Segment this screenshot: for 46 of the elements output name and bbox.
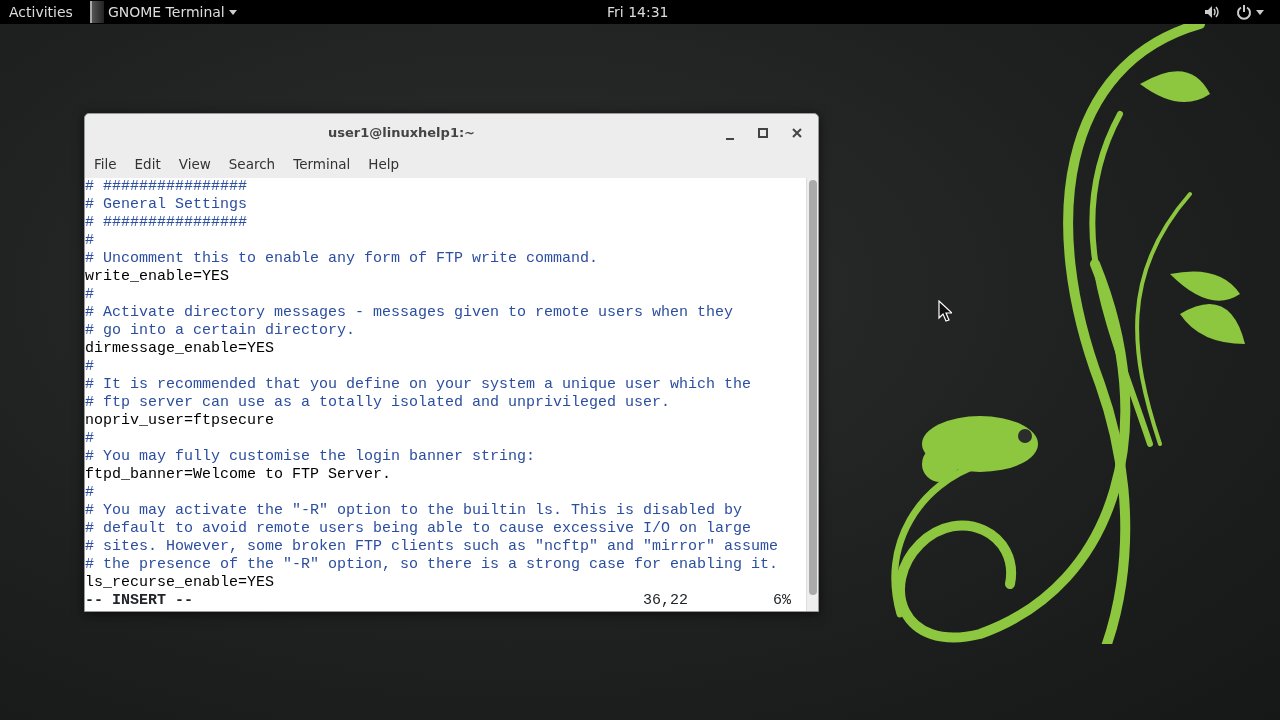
app-menu[interactable]: GNOME Terminal (107, 0, 225, 24)
menu-item[interactable]: Edit (125, 151, 170, 178)
caret-icon[interactable] (1256, 9, 1264, 15)
setting-line: write_enable=YES (85, 268, 230, 286)
comment-line: # ################ (85, 178, 248, 196)
menu-item[interactable]: Terminal (284, 151, 360, 178)
menu-item[interactable]: View (169, 151, 220, 178)
caret-icon (228, 9, 237, 15)
comment-line: # ################ (85, 214, 248, 232)
menu-item[interactable]: Search (219, 151, 285, 178)
close-icon (792, 128, 802, 138)
menu-item[interactable]: File (85, 151, 126, 178)
comment-line: # the presence of the "-R" option, so there is a strong case for enabling it. (85, 556, 779, 574)
window-title: user1@linuxhelp1:~ (326, 123, 476, 142)
clock[interactable]: Fri 14:31 (607, 0, 669, 24)
setting-line: ls_recurse_enable=YES (85, 574, 275, 592)
volume-icon[interactable] (1204, 5, 1220, 19)
comment-line: # (85, 286, 94, 304)
cursor-position: 36,22 (643, 592, 689, 611)
mode-indicator: -- INSERT -- (85, 592, 195, 611)
maximize-icon (758, 128, 768, 138)
comment-line: # You may activate the "-R" option to the builtin ls. This is disabled by (85, 502, 743, 520)
setting-line: nopriv_user=ftpsecure (85, 412, 275, 430)
comment-line: # It is recommended that you define on your system a unique user which the (85, 376, 752, 394)
comment-line: # (85, 484, 94, 502)
comment-line: # General Settings (85, 196, 248, 214)
scroll-percent: 6% (773, 592, 791, 611)
scrollbar[interactable] (806, 178, 818, 611)
setting-line: ftpd_banner=Welcome to FTP Server. (85, 466, 392, 484)
comment-line: # sites. However, some broken FTP clients such as "ncftp" and "mirror" assume (85, 538, 779, 556)
mouse-cursor-icon (938, 300, 952, 322)
comment-line: # default to avoid remote users being able to cause excessive I/O on large (85, 520, 752, 538)
menu-item[interactable]: Help (359, 151, 409, 178)
comment-line: # Uncomment this to enable any form of FTP write command. (85, 250, 599, 268)
setting-line: dirmessage_enable=YES (85, 340, 275, 358)
activities-button[interactable]: Activities (0, 0, 82, 24)
power-icon[interactable] (1236, 4, 1252, 20)
comment-line: # (85, 358, 94, 376)
comment-line: # You may fully customise the login banner string: (85, 448, 536, 466)
comment-line: # ftp server can use as a totally isolated and unprivileged user. (85, 394, 671, 412)
comment-line: # (85, 232, 94, 250)
comment-line: # go into a certain directory. (85, 322, 356, 340)
comment-line: # (85, 430, 94, 448)
scrollbar-thumb[interactable] (809, 180, 817, 595)
minimize-icon (726, 138, 734, 140)
comment-line: # Activate directory messages - messages given to remote users when they (85, 304, 734, 322)
